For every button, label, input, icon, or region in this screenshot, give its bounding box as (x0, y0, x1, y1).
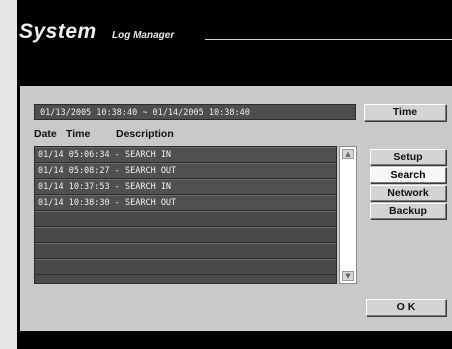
log-list: 01/14 05:06:34 - SEARCH IN 01/14 05:08:2… (34, 146, 337, 284)
scroll-up-icon[interactable]: ▲ (342, 149, 354, 159)
dvr-screen: System Log Manager 01/13/2005 10:38:40 ~… (17, 0, 452, 349)
log-row[interactable]: 01/14 05:06:34 - SEARCH IN (35, 147, 336, 163)
setup-button[interactable]: Setup (370, 149, 446, 165)
log-row[interactable] (35, 259, 336, 275)
log-row[interactable]: 01/14 10:38:30 - SEARCH OUT (35, 195, 336, 211)
log-row[interactable] (35, 243, 336, 259)
log-row[interactable] (35, 211, 336, 227)
network-button[interactable]: Network (370, 185, 446, 201)
column-time: Time (66, 128, 91, 140)
search-button[interactable]: Search (370, 167, 446, 183)
title-log-manager: Log Manager (112, 30, 175, 41)
time-button[interactable]: Time (364, 104, 446, 121)
log-row[interactable]: 01/14 10:37:53 - SEARCH IN (35, 179, 336, 195)
log-scrollbar[interactable]: ▲ ▼ (339, 146, 357, 284)
ok-button[interactable]: O K (366, 299, 446, 316)
title-underline (205, 39, 452, 40)
title-system: System (19, 20, 97, 43)
column-date: Date (34, 128, 57, 140)
time-range-display: 01/13/2005 10:38:40 ~ 01/14/2005 10:38:4… (34, 104, 356, 120)
log-row[interactable] (35, 227, 336, 243)
backup-button[interactable]: Backup (370, 203, 446, 219)
scroll-down-icon[interactable]: ▼ (342, 271, 354, 281)
column-description: Description (116, 128, 174, 140)
log-manager-panel: 01/13/2005 10:38:40 ~ 01/14/2005 10:38:4… (20, 86, 452, 331)
log-row[interactable]: 01/14 05:08:27 - SEARCH OUT (35, 163, 336, 179)
